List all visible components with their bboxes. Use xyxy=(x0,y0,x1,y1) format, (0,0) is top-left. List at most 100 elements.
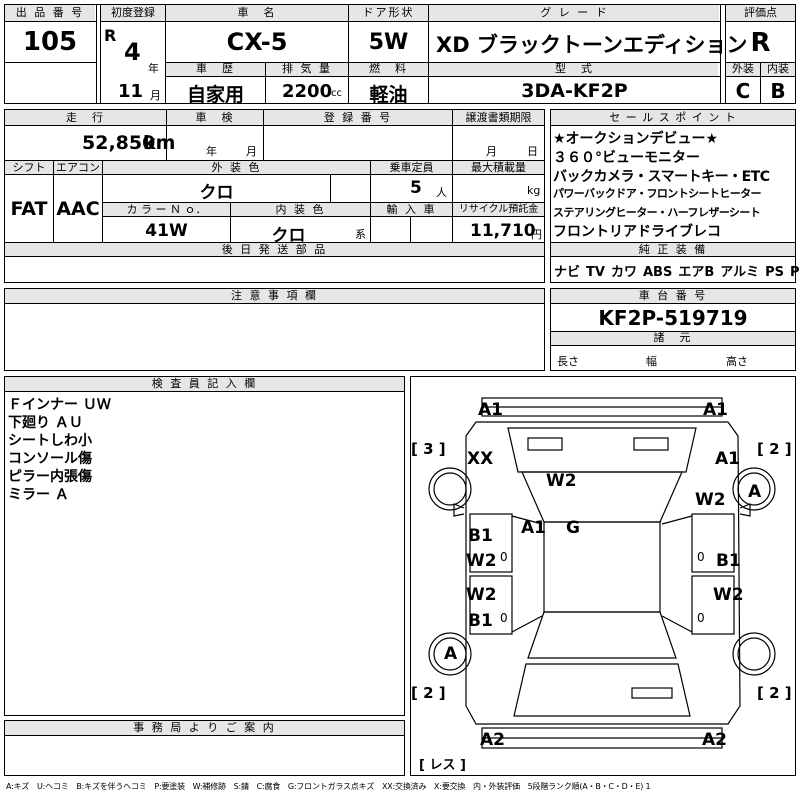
width-label: 幅 xyxy=(646,355,657,368)
damage-code-legend: A:キズ U:ヘコミ B:キズを伴うヘコミ P:要塗装 W:補修跡 S:錆 C:… xyxy=(6,782,651,791)
panel-count-left-front: [ 3 ] xyxy=(411,440,446,458)
chassis-number: KF2P-519719 xyxy=(598,306,748,330)
color-number-value: 41W xyxy=(145,221,188,241)
equipment-item: PS xyxy=(765,265,784,280)
displacement-value: 2200 xyxy=(282,81,333,102)
inspection-month-unit: 月 xyxy=(246,145,257,158)
damage-mark-left-front-door-b1: B1 xyxy=(468,526,493,546)
sales-point-line: ステアリングヒーター・ハーフレザーシート xyxy=(553,206,761,219)
equipment-label: 純 正 装 備 xyxy=(638,243,708,256)
equipment-item: ナビ xyxy=(554,265,581,280)
score-label: 評価点 xyxy=(744,6,777,19)
sales-point-line: フロントリアドライブレコ xyxy=(553,224,721,240)
year-unit: 年 xyxy=(148,62,159,75)
damage-mark-hood: W2 xyxy=(546,471,577,491)
office-label: 事 務 局 よ り ご 案 内 xyxy=(133,721,276,734)
sales-points-label: セ ー ル ス ポ イ ン ト xyxy=(609,111,737,124)
damage-mark-rear-right-bumper: A2 xyxy=(702,730,727,750)
inspector-line: ミラー Ａ xyxy=(8,487,69,503)
shift-label: シフト xyxy=(12,161,46,174)
svg-text:0: 0 xyxy=(697,611,705,625)
exterior-score-label: 外装 xyxy=(732,62,754,75)
car-name: CX-5 xyxy=(226,28,288,56)
transfer-day-unit: 日 xyxy=(527,145,538,158)
svg-text:0: 0 xyxy=(500,550,508,564)
equipment-list: ナビ TV カワ ABS エアB アルミ PS PW xyxy=(554,261,800,280)
inspection-label: 車 検 xyxy=(195,111,235,124)
capacity-label: 乗車定員 xyxy=(389,161,434,174)
color-number-label: カ ラ ー Ｎ ｏ． xyxy=(126,203,207,216)
first-registration-label: 初度登録 xyxy=(111,6,155,19)
model-label: 型 式 xyxy=(555,62,594,75)
damage-mark-left-rear-wheel: A xyxy=(444,644,458,664)
damage-mark-roof: G xyxy=(566,518,580,538)
damage-mark-rear-left-bumper: A2 xyxy=(480,730,505,750)
sales-point-line: バックカメラ・スマートキー・ETC xyxy=(553,169,770,185)
registration-month: 11 xyxy=(118,81,144,102)
damage-mark-front-right-bumper: A1 xyxy=(703,400,728,420)
notes-label: 注 意 事 項 欄 xyxy=(231,289,318,302)
fuel-value: 軽油 xyxy=(369,84,408,106)
history-value: 自家用 xyxy=(186,84,244,106)
exterior-score: C xyxy=(735,79,751,103)
month-unit: 月 xyxy=(150,89,161,102)
max-load-label: 最大積載量 xyxy=(471,161,526,174)
ac-value: AAC xyxy=(56,198,100,220)
transfer-deadline-label: 譲渡書類期限 xyxy=(465,111,532,124)
max-load-unit: kg xyxy=(527,184,541,197)
lot-number: 105 xyxy=(22,27,78,57)
capacity-unit: 人 xyxy=(436,186,447,199)
recycle-value: 11,710 xyxy=(470,221,536,241)
interior-score: B xyxy=(770,79,786,103)
damage-mark-windshield: A1 xyxy=(521,518,546,538)
model-value: 3DA-KF2P xyxy=(521,80,628,102)
interior-color-label: 内 装 色 xyxy=(275,203,326,216)
sales-point-line: ★オークションデビュー★ xyxy=(553,131,719,147)
damage-mark-right-front-wheel: A xyxy=(748,482,762,502)
ac-label: エアコン xyxy=(56,161,100,174)
inspector-label: 検 査 員 記 入 欄 xyxy=(151,377,258,390)
import-label: 輸 入 車 xyxy=(386,203,437,216)
capacity-value: 5 xyxy=(410,178,422,198)
equipment-item: TV xyxy=(586,265,605,280)
damage-mark-right-rear-door: W2 xyxy=(713,585,744,605)
fuel-label: 燃 料 xyxy=(369,62,408,75)
interior-score-label: 内装 xyxy=(767,62,789,75)
inspector-line: シートしわ小 xyxy=(8,433,92,449)
svg-text:0: 0 xyxy=(697,550,705,564)
later-parts-label: 後 日 発 送 部 品 xyxy=(221,243,328,256)
inspector-line: 下廻り ＡＵ xyxy=(8,415,83,431)
equipment-item: エアB xyxy=(678,265,715,280)
equipment-item: カワ xyxy=(610,265,637,280)
grade-label: グ レ ー ド xyxy=(540,6,609,19)
equipment-item: ABS xyxy=(642,265,673,280)
equipment-item: PW xyxy=(790,265,800,280)
inspection-year-unit: 年 xyxy=(206,145,217,158)
damage-mark-left-rear-door-b1: B1 xyxy=(468,611,493,631)
sales-point-line: パワーバックドア・フロントシートヒーター xyxy=(553,187,761,200)
svg-text:0: 0 xyxy=(500,611,508,625)
panel-count-right-front: [ 2 ] xyxy=(757,440,792,458)
length-label: 長さ xyxy=(557,355,579,368)
transfer-month-unit: 月 xyxy=(486,145,497,158)
damage-mark-front-left-bumper: A1 xyxy=(478,400,503,420)
mileage-unit: km xyxy=(143,132,176,154)
door-value: 5W xyxy=(368,30,409,55)
damage-mark-right-front-door: B1 xyxy=(716,551,741,571)
inspector-line: コンソール傷 xyxy=(8,451,92,467)
shift-value: FAT xyxy=(10,198,48,220)
displacement-label: 排 気 量 xyxy=(282,62,332,75)
era-letter: R xyxy=(104,26,117,45)
recycle-unit: 円 xyxy=(531,228,542,241)
sales-point-line: ３６０°ビューモニター xyxy=(553,150,700,166)
chassis-label: 車 台 番 号 xyxy=(638,289,708,302)
recycle-label: リサイクル預託金 xyxy=(458,204,539,215)
specs-label: 諸 元 xyxy=(653,331,693,344)
panel-count-right-rear: [ 2 ] xyxy=(757,684,792,702)
score-value: R xyxy=(750,28,771,58)
damage-mark-left-rear-door-w2: W2 xyxy=(466,585,497,605)
damage-mark-left-front-door-w2: W2 xyxy=(466,551,497,571)
car-outline-diagram: 0 0 0 0 xyxy=(428,397,776,749)
inspector-line: ピラー内張傷 xyxy=(8,469,92,485)
damage-mark-right-front-w2: W2 xyxy=(695,490,726,510)
